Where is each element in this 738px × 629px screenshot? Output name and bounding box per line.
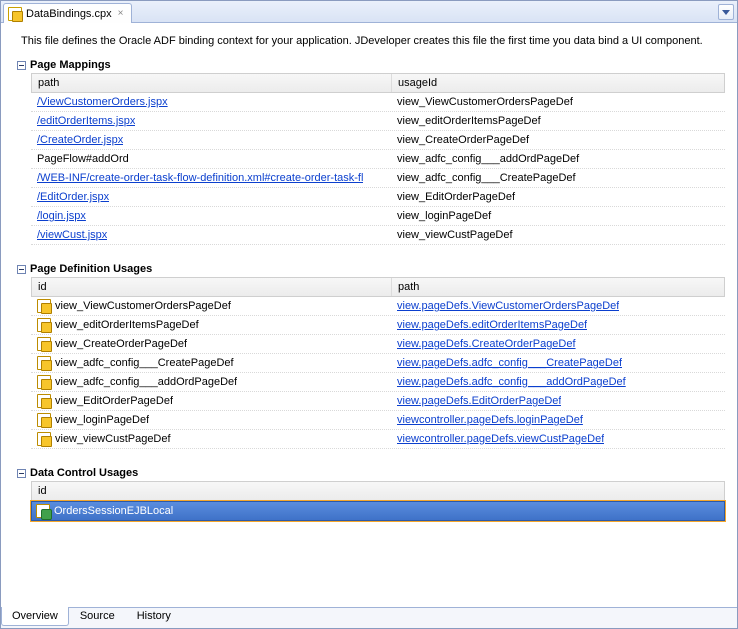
table-row-selected[interactable]: OrdersSessionEJBLocal	[31, 501, 725, 521]
id-text: view_loginPageDef	[55, 414, 149, 426]
data-control-usages-table: id OrdersSessionEJBLocal	[31, 481, 725, 521]
path-link[interactable]: view.pageDefs.adfc_config___addOrdPageDe…	[397, 376, 626, 388]
content-wrap: This file defines the Oracle ADF binding…	[1, 23, 737, 607]
bottom-tabbar: Overview Source History	[1, 607, 737, 628]
usageid-text: view_adfc_config___CreatePageDef	[391, 170, 725, 186]
path-link[interactable]: view.pageDefs.adfc_config___CreatePageDe…	[397, 357, 622, 369]
path-link[interactable]: /EditOrder.jspx	[37, 191, 109, 203]
table-row[interactable]: /CreateOrder.jspx view_CreateOrderPageDef	[31, 131, 725, 150]
close-icon[interactable]: ×	[116, 8, 126, 19]
section-title: Page Mappings	[30, 59, 111, 71]
id-text: view_viewCustPageDef	[55, 433, 171, 445]
id-text: view_adfc_config___CreatePageDef	[55, 357, 234, 369]
usageid-text: view_adfc_config___addOrdPageDef	[391, 151, 725, 167]
table-row[interactable]: PageFlow#addOrd view_adfc_config___addOrd…	[31, 150, 725, 169]
path-link[interactable]: view.pageDefs.editOrderItemsPageDef	[397, 319, 587, 331]
path-link[interactable]: view.pageDefs.EditOrderPageDef	[397, 395, 561, 407]
data-control-icon	[36, 504, 50, 518]
column-header-usageid[interactable]: usageId	[392, 74, 724, 92]
table-row[interactable]: view_viewCustPageDef viewcontroller.pageD…	[31, 430, 725, 449]
page-def-icon	[37, 375, 51, 389]
path-link[interactable]: /login.jspx	[37, 210, 86, 222]
section-header-page-mappings: Page Mappings	[17, 59, 733, 71]
usageid-text: view_editOrderItemsPageDef	[391, 113, 725, 129]
path-link[interactable]: /editOrderItems.jspx	[37, 115, 135, 127]
usageid-text: view_EditOrderPageDef	[391, 189, 725, 205]
id-text: view_editOrderItemsPageDef	[55, 319, 199, 331]
table-row[interactable]: /editOrderItems.jspx view_editOrderItemsP…	[31, 112, 725, 131]
path-link[interactable]: viewcontroller.pageDefs.loginPageDef	[397, 414, 583, 426]
section-title: Page Definition Usages	[30, 263, 152, 275]
column-header-id[interactable]: id	[31, 481, 725, 501]
path-link[interactable]: /viewCust.jspx	[37, 229, 107, 241]
id-text: OrdersSessionEJBLocal	[54, 505, 173, 517]
section-header-page-def-usages: Page Definition Usages	[17, 263, 733, 275]
file-tab-label: DataBindings.cpx	[26, 8, 112, 20]
id-text: view_EditOrderPageDef	[55, 395, 173, 407]
editor-tabbar: DataBindings.cpx ×	[1, 1, 737, 23]
path-link[interactable]: /WEB-INF/create-order-task-flow-definiti…	[37, 172, 363, 184]
table-row[interactable]: view_editOrderItemsPageDef view.pageDefs.…	[31, 316, 725, 335]
table-row[interactable]: view_ViewCustomerOrdersPageDef view.pageD…	[31, 297, 725, 316]
page-def-icon	[37, 356, 51, 370]
file-icon	[8, 7, 22, 21]
tab-history[interactable]: History	[126, 607, 182, 626]
table-header: id path	[31, 277, 725, 297]
column-header-path[interactable]: path	[392, 278, 724, 296]
path-link[interactable]: viewcontroller.pageDefs.viewCustPageDef	[397, 433, 604, 445]
collapse-icon[interactable]	[17, 469, 26, 478]
table-row[interactable]: view_adfc_config___CreatePageDef view.pag…	[31, 354, 725, 373]
usageid-text: view_loginPageDef	[391, 208, 725, 224]
id-text: view_adfc_config___addOrdPageDef	[55, 376, 237, 388]
table-row[interactable]: view_loginPageDef viewcontroller.pageDefs…	[31, 411, 725, 430]
id-text: view_CreateOrderPageDef	[55, 338, 187, 350]
page-def-icon	[37, 413, 51, 427]
table-header: path usageId	[31, 73, 725, 93]
column-header-id[interactable]: id	[32, 278, 392, 296]
file-tab-databindings[interactable]: DataBindings.cpx ×	[3, 3, 132, 23]
page-mappings-table: path usageId /ViewCustomerOrders.jspx vie…	[31, 73, 725, 245]
table-row[interactable]: /viewCust.jspx view_viewCustPageDef	[31, 226, 725, 245]
path-link[interactable]: /ViewCustomerOrders.jspx	[37, 96, 168, 108]
table-row[interactable]: /login.jspx view_loginPageDef	[31, 207, 725, 226]
section-header-data-control-usages: Data Control Usages	[17, 467, 733, 479]
page-def-icon	[37, 432, 51, 446]
table-row[interactable]: view_EditOrderPageDef view.pageDefs.EditO…	[31, 392, 725, 411]
column-header-path[interactable]: path	[32, 74, 392, 92]
table-row[interactable]: view_CreateOrderPageDef view.pageDefs.Cre…	[31, 335, 725, 354]
file-description: This file defines the Oracle ADF binding…	[21, 35, 733, 47]
tab-overview[interactable]: Overview	[1, 607, 69, 626]
path-link[interactable]: view.pageDefs.ViewCustomerOrdersPageDef	[397, 300, 619, 312]
usageid-text: view_viewCustPageDef	[391, 227, 725, 243]
tab-source[interactable]: Source	[69, 607, 126, 626]
path-text: PageFlow#addOrd	[37, 153, 129, 165]
page-def-usages-table: id path view_ViewCustomerOrdersPageDefvi…	[31, 277, 725, 449]
section-title: Data Control Usages	[30, 467, 138, 479]
collapse-icon[interactable]	[17, 61, 26, 70]
table-row[interactable]: /ViewCustomerOrders.jspx view_ViewCustome…	[31, 93, 725, 112]
tab-menu-button[interactable]	[718, 4, 734, 20]
path-link[interactable]: /CreateOrder.jspx	[37, 134, 123, 146]
path-link[interactable]: view.pageDefs.CreateOrderPageDef	[397, 338, 576, 350]
table-row[interactable]: view_adfc_config___addOrdPageDef view.pag…	[31, 373, 725, 392]
editor-window: DataBindings.cpx × This file defines the…	[0, 0, 738, 629]
chevron-down-icon	[722, 10, 730, 15]
page-def-icon	[37, 318, 51, 332]
usageid-text: view_ViewCustomerOrdersPageDef	[391, 94, 725, 110]
collapse-icon[interactable]	[17, 265, 26, 274]
table-row[interactable]: /WEB-INF/create-order-task-flow-definiti…	[31, 169, 725, 188]
page-def-icon	[37, 337, 51, 351]
usageid-text: view_CreateOrderPageDef	[391, 132, 725, 148]
id-text: view_ViewCustomerOrdersPageDef	[55, 300, 231, 312]
page-def-icon	[37, 299, 51, 313]
page-def-icon	[37, 394, 51, 408]
content-scroll[interactable]: This file defines the Oracle ADF binding…	[1, 23, 737, 607]
table-row[interactable]: /EditOrder.jspx view_EditOrderPageDef	[31, 188, 725, 207]
